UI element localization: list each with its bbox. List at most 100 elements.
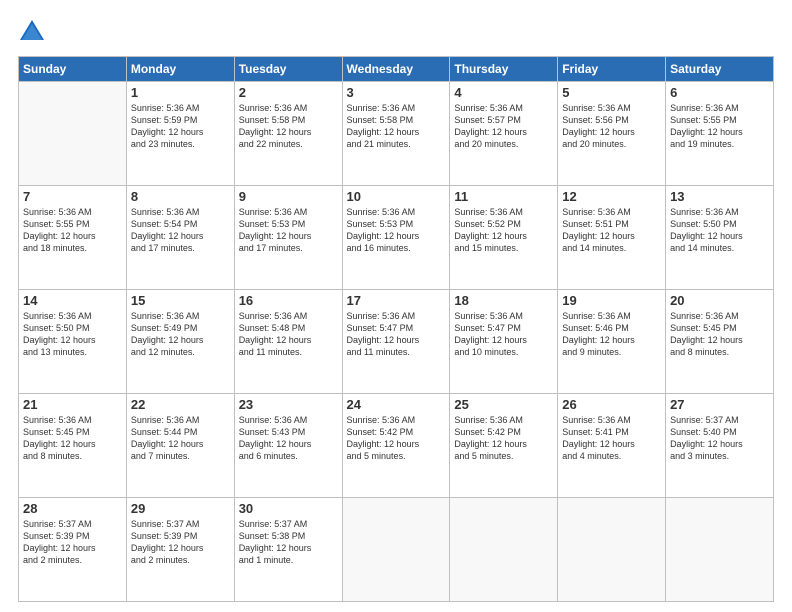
day-number: 24 [347, 397, 446, 412]
day-number: 9 [239, 189, 338, 204]
day-number: 22 [131, 397, 230, 412]
calendar-cell [558, 498, 666, 602]
calendar-cell: 7Sunrise: 5:36 AM Sunset: 5:55 PM Daylig… [19, 186, 127, 290]
day-number: 16 [239, 293, 338, 308]
cell-content: Sunrise: 5:37 AM Sunset: 5:39 PM Dayligh… [23, 518, 122, 567]
day-number: 11 [454, 189, 553, 204]
calendar-cell: 29 Sunrise: 5:37 AM Sunset: 5:39 PM Dayli… [126, 498, 234, 602]
calendar-cell: 4 Sunrise: 5:36 AM Sunset: 5:57 PM Daylig… [450, 82, 558, 186]
calendar-cell: 6Sunrise: 5:36 AM Sunset: 5:55 PM Daylig… [666, 82, 774, 186]
calendar-cell: 11 Sunrise: 5:36 AM Sunset: 5:52 PM Dayli… [450, 186, 558, 290]
day-number: 28 [23, 501, 122, 516]
calendar-cell: 14 Sunrise: 5:36 AM Sunset: 5:50 PM Dayli… [19, 290, 127, 394]
calendar-cell: 8 Sunrise: 5:36 AM Sunset: 5:54 PM Daylig… [126, 186, 234, 290]
calendar-cell: 9 Sunrise: 5:36 AM Sunset: 5:53 PM Daylig… [234, 186, 342, 290]
cell-content: Sunrise: 5:36 AM Sunset: 5:46 PM Dayligh… [562, 310, 661, 359]
day-number: 29 [131, 501, 230, 516]
header [18, 18, 774, 46]
day-number: 2 [239, 85, 338, 100]
cell-content: Sunrise: 5:36 AM Sunset: 5:51 PM Dayligh… [562, 206, 661, 255]
cell-content: Sunrise: 5:37 AM Sunset: 5:39 PM Dayligh… [131, 518, 230, 567]
day-number: 8 [131, 189, 230, 204]
day-number: 7 [23, 189, 122, 204]
day-number: 15 [131, 293, 230, 308]
calendar-header-tuesday: Tuesday [234, 57, 342, 82]
calendar-cell: 1 Sunrise: 5:36 AM Sunset: 5:59 PM Daylig… [126, 82, 234, 186]
page: SundayMondayTuesdayWednesdayThursdayFrid… [0, 0, 792, 612]
cell-content: Sunrise: 5:36 AM Sunset: 5:52 PM Dayligh… [454, 206, 553, 255]
calendar-cell: 15 Sunrise: 5:36 AM Sunset: 5:49 PM Dayli… [126, 290, 234, 394]
calendar-cell: 23 Sunrise: 5:36 AM Sunset: 5:43 PM Dayli… [234, 394, 342, 498]
calendar-cell [19, 82, 127, 186]
day-number: 14 [23, 293, 122, 308]
calendar-header-row: SundayMondayTuesdayWednesdayThursdayFrid… [19, 57, 774, 82]
calendar-cell: 27 Sunrise: 5:37 AM Sunset: 5:40 PM Dayli… [666, 394, 774, 498]
calendar-cell: 20 Sunrise: 5:36 AM Sunset: 5:45 PM Dayli… [666, 290, 774, 394]
cell-content: Sunrise: 5:37 AM Sunset: 5:40 PM Dayligh… [670, 414, 769, 463]
calendar-cell: 30 Sunrise: 5:37 AM Sunset: 5:38 PM Dayli… [234, 498, 342, 602]
calendar-week-1: 1 Sunrise: 5:36 AM Sunset: 5:59 PM Daylig… [19, 82, 774, 186]
cell-content: Sunrise: 5:36 AM Sunset: 5:57 PM Dayligh… [454, 102, 553, 151]
day-number: 23 [239, 397, 338, 412]
calendar-cell: 13 Sunrise: 5:36 AM Sunset: 5:50 PM Dayli… [666, 186, 774, 290]
cell-content: Sunrise: 5:36 AM Sunset: 5:48 PM Dayligh… [239, 310, 338, 359]
calendar-cell: 5 Sunrise: 5:36 AM Sunset: 5:56 PM Daylig… [558, 82, 666, 186]
calendar-header-friday: Friday [558, 57, 666, 82]
cell-content: Sunrise: 5:36 AM Sunset: 5:45 PM Dayligh… [23, 414, 122, 463]
calendar-header-saturday: Saturday [666, 57, 774, 82]
logo-icon [18, 18, 46, 46]
logo [18, 18, 50, 46]
cell-content: Sunrise: 5:36 AM Sunset: 5:44 PM Dayligh… [131, 414, 230, 463]
cell-content: Sunrise: 5:36 AM Sunset: 5:49 PM Dayligh… [131, 310, 230, 359]
day-number: 12 [562, 189, 661, 204]
calendar-cell: 3 Sunrise: 5:36 AM Sunset: 5:58 PM Daylig… [342, 82, 450, 186]
calendar-cell: 10Sunrise: 5:36 AM Sunset: 5:53 PM Dayli… [342, 186, 450, 290]
cell-content: Sunrise: 5:36 AM Sunset: 5:53 PM Dayligh… [347, 206, 446, 255]
calendar-cell: 21Sunrise: 5:36 AM Sunset: 5:45 PM Dayli… [19, 394, 127, 498]
calendar-week-3: 14 Sunrise: 5:36 AM Sunset: 5:50 PM Dayli… [19, 290, 774, 394]
calendar-cell: 16 Sunrise: 5:36 AM Sunset: 5:48 PM Dayli… [234, 290, 342, 394]
cell-content: Sunrise: 5:36 AM Sunset: 5:42 PM Dayligh… [454, 414, 553, 463]
cell-content: Sunrise: 5:36 AM Sunset: 5:43 PM Dayligh… [239, 414, 338, 463]
day-number: 27 [670, 397, 769, 412]
calendar-cell: 2Sunrise: 5:36 AM Sunset: 5:58 PM Daylig… [234, 82, 342, 186]
day-number: 4 [454, 85, 553, 100]
day-number: 30 [239, 501, 338, 516]
cell-content: Sunrise: 5:36 AM Sunset: 5:50 PM Dayligh… [23, 310, 122, 359]
calendar-header-thursday: Thursday [450, 57, 558, 82]
calendar-header-monday: Monday [126, 57, 234, 82]
day-number: 13 [670, 189, 769, 204]
cell-content: Sunrise: 5:36 AM Sunset: 5:45 PM Dayligh… [670, 310, 769, 359]
cell-content: Sunrise: 5:36 AM Sunset: 5:54 PM Dayligh… [131, 206, 230, 255]
cell-content: Sunrise: 5:36 AM Sunset: 5:59 PM Dayligh… [131, 102, 230, 151]
calendar-cell [666, 498, 774, 602]
cell-content: Sunrise: 5:36 AM Sunset: 5:50 PM Dayligh… [670, 206, 769, 255]
calendar-week-2: 7Sunrise: 5:36 AM Sunset: 5:55 PM Daylig… [19, 186, 774, 290]
day-number: 1 [131, 85, 230, 100]
day-number: 18 [454, 293, 553, 308]
cell-content: Sunrise: 5:36 AM Sunset: 5:47 PM Dayligh… [454, 310, 553, 359]
day-number: 5 [562, 85, 661, 100]
cell-content: Sunrise: 5:36 AM Sunset: 5:47 PM Dayligh… [347, 310, 446, 359]
calendar-table: SundayMondayTuesdayWednesdayThursdayFrid… [18, 56, 774, 602]
calendar-cell [342, 498, 450, 602]
calendar-header-wednesday: Wednesday [342, 57, 450, 82]
day-number: 26 [562, 397, 661, 412]
day-number: 3 [347, 85, 446, 100]
cell-content: Sunrise: 5:36 AM Sunset: 5:58 PM Dayligh… [347, 102, 446, 151]
day-number: 17 [347, 293, 446, 308]
cell-content: Sunrise: 5:36 AM Sunset: 5:41 PM Dayligh… [562, 414, 661, 463]
calendar-cell: 22 Sunrise: 5:36 AM Sunset: 5:44 PM Dayli… [126, 394, 234, 498]
day-number: 6 [670, 85, 769, 100]
cell-content: Sunrise: 5:37 AM Sunset: 5:38 PM Dayligh… [239, 518, 338, 567]
cell-content: Sunrise: 5:36 AM Sunset: 5:56 PM Dayligh… [562, 102, 661, 151]
calendar-cell [450, 498, 558, 602]
calendar-cell: 12 Sunrise: 5:36 AM Sunset: 5:51 PM Dayli… [558, 186, 666, 290]
calendar-cell: 25Sunrise: 5:36 AM Sunset: 5:42 PM Dayli… [450, 394, 558, 498]
day-number: 20 [670, 293, 769, 308]
calendar-cell: 24Sunrise: 5:36 AM Sunset: 5:42 PM Dayli… [342, 394, 450, 498]
cell-content: Sunrise: 5:36 AM Sunset: 5:53 PM Dayligh… [239, 206, 338, 255]
calendar-cell: 17 Sunrise: 5:36 AM Sunset: 5:47 PM Dayli… [342, 290, 450, 394]
day-number: 19 [562, 293, 661, 308]
calendar-cell: 19 Sunrise: 5:36 AM Sunset: 5:46 PM Dayli… [558, 290, 666, 394]
